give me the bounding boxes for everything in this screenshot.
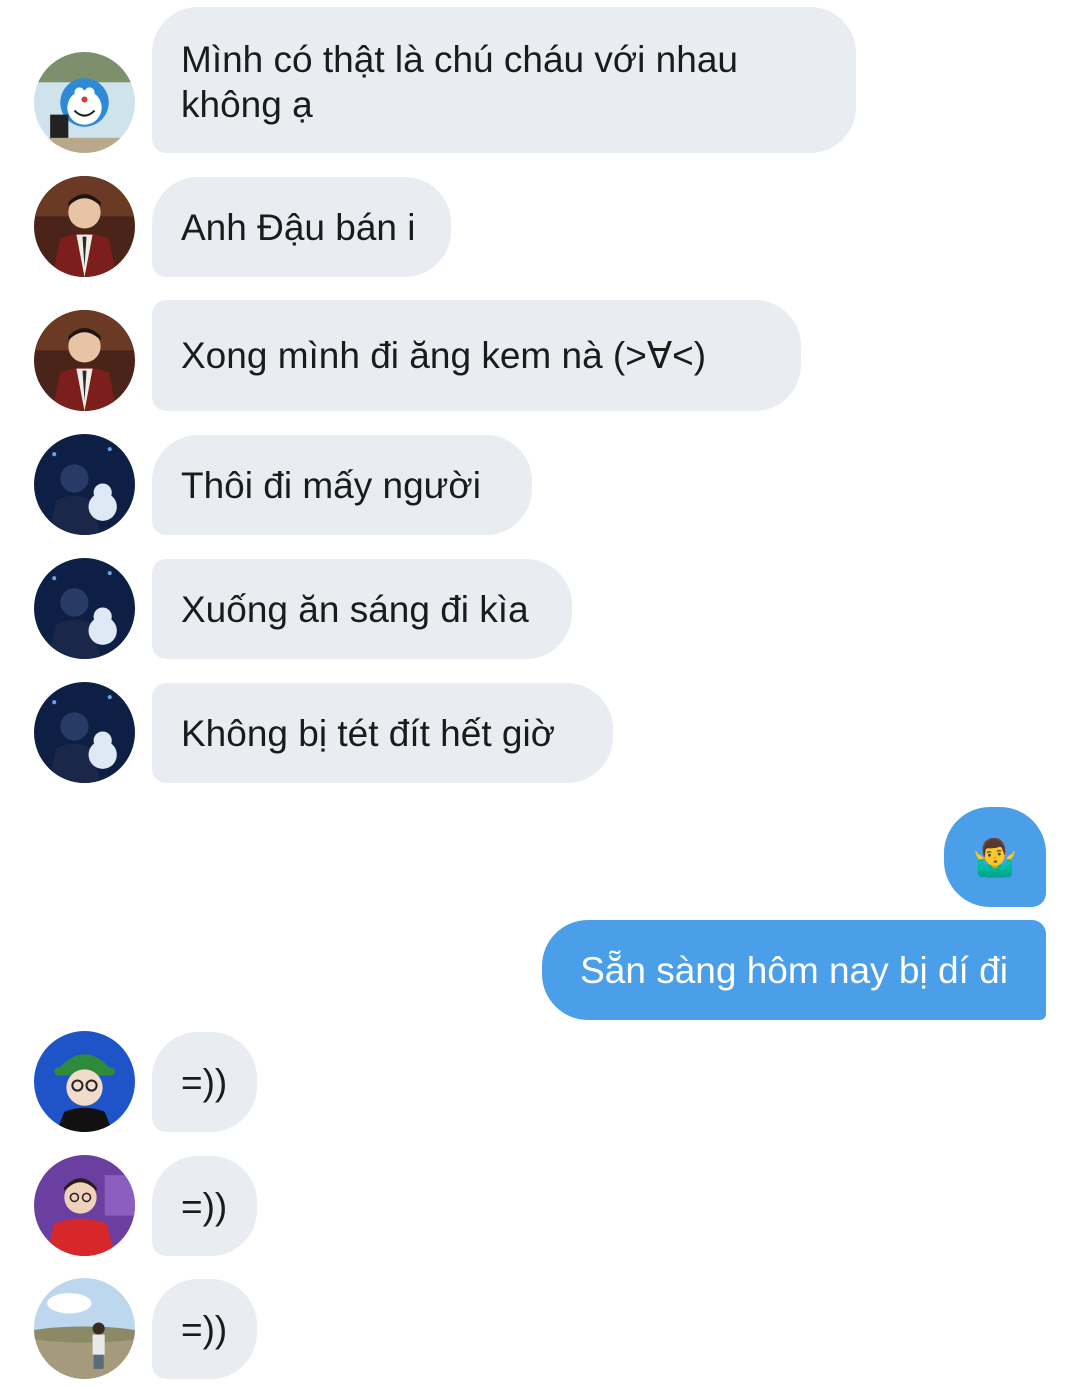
message-text: Không bị tét đít hết giờ bbox=[181, 712, 555, 754]
red-jacket-avatar[interactable] bbox=[34, 1155, 135, 1256]
message-text: Xong mình đi ăng kem nà (>∀<) bbox=[181, 335, 707, 376]
blue-night-avatar[interactable] bbox=[34, 682, 135, 783]
message-bubble[interactable]: Mình có thật là chú cháu với nhau không … bbox=[152, 7, 856, 153]
message-bubble[interactable]: Thôi đi mấy người bbox=[152, 435, 532, 535]
message-bubble[interactable]: =)) bbox=[152, 1279, 257, 1379]
shrug-emoji: 🤷‍♂️ bbox=[972, 836, 1018, 878]
plaid-suit-avatar[interactable] bbox=[34, 310, 135, 411]
message-bubble[interactable]: Anh Đậu bán i bbox=[152, 177, 451, 277]
message-text: =)) bbox=[181, 1061, 228, 1103]
plaid-suit-avatar[interactable] bbox=[34, 176, 135, 277]
message-bubble[interactable]: Xuống ăn sáng đi kìa bbox=[152, 559, 572, 659]
message-bubble[interactable]: =)) bbox=[152, 1156, 257, 1256]
blue-night-avatar[interactable] bbox=[34, 558, 135, 659]
message-bubble[interactable]: =)) bbox=[152, 1032, 257, 1132]
field-photo-avatar[interactable] bbox=[34, 1278, 135, 1379]
green-hat-avatar[interactable] bbox=[34, 1031, 135, 1132]
outgoing-message-bubble[interactable]: Sẵn sàng hôm nay bị dí đi bbox=[542, 920, 1046, 1020]
outgoing-message-bubble[interactable]: 🤷‍♂️ bbox=[944, 807, 1046, 907]
message-text: =)) bbox=[181, 1308, 228, 1350]
doraemon-avatar[interactable] bbox=[34, 52, 135, 153]
message-bubble[interactable]: Không bị tét đít hết giờ bbox=[152, 683, 613, 783]
message-bubble[interactable]: Xong mình đi ăng kem nà (>∀<) bbox=[152, 300, 801, 411]
message-text: Thôi đi mấy người bbox=[181, 464, 481, 506]
message-text: Anh Đậu bán i bbox=[181, 206, 416, 248]
message-text: =)) bbox=[181, 1185, 228, 1227]
message-text: Mình có thật là chú cháu với nhau không … bbox=[181, 39, 738, 125]
blue-night-avatar[interactable] bbox=[34, 434, 135, 535]
message-text: Xuống ăn sáng đi kìa bbox=[181, 588, 529, 630]
message-text: Sẵn sàng hôm nay bị dí đi bbox=[580, 949, 1008, 991]
